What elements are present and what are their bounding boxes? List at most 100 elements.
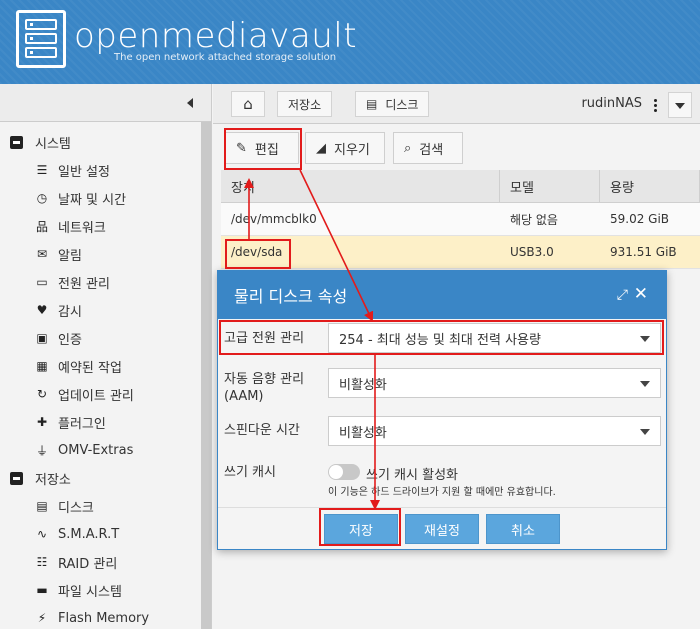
breadcrumb-storage[interactable]: 저장소	[277, 91, 333, 117]
network-icon: 品	[35, 219, 48, 234]
sidebar-item-label: 알림	[58, 248, 82, 264]
chevron-down-icon[interactable]	[668, 92, 692, 118]
mail-icon: ✉	[36, 247, 48, 261]
home-button[interactable]: ⌂	[231, 91, 265, 117]
bolt-icon: ⚡	[37, 611, 47, 625]
sidebar-item-label: 플러그인	[58, 416, 106, 432]
nav-group-storage[interactable]: 저장소	[0, 464, 202, 492]
cell-capacity: 59.02 GiB	[610, 212, 670, 226]
sidebar-item-label: OMV-Extras	[58, 442, 134, 458]
database-icon: ☷	[36, 555, 48, 569]
cell-model: USB3.0	[510, 245, 554, 259]
annotation-save-highlight	[319, 508, 401, 546]
wipe-button-label: 지우기	[334, 142, 370, 158]
sidebar-item-power[interactable]: ▭ 전원 관리	[0, 268, 202, 296]
breadcrumb-label: 디스크	[385, 97, 419, 112]
app-header: openmediavault The open network attached…	[0, 0, 700, 84]
search-button-label: 검색	[419, 142, 444, 158]
aam-label-line2: (AAM)	[224, 389, 264, 404]
sidebar-item-label: 날짜 및 시간	[58, 192, 127, 208]
sidebar-item-disks[interactable]: ▤ 디스크	[0, 492, 202, 520]
annotation-edit-highlight	[224, 128, 302, 170]
column-model[interactable]: 모델	[500, 170, 600, 202]
sidebar-item-network[interactable]: 品 네트워크	[0, 212, 202, 240]
sidebar-item-date-time[interactable]: ◷ 날짜 및 시간	[0, 184, 202, 212]
collapse-minus-icon[interactable]	[10, 471, 23, 485]
battery-icon: ▭	[36, 275, 48, 289]
clock-icon: ◷	[36, 191, 48, 205]
annotation-row-highlight	[225, 239, 291, 269]
sidebar-item-label: 인증	[58, 332, 82, 348]
disk-grid: 장치 모델 용량 /dev/mmcblk0 해당 없음 59.02 GiB /d…	[221, 170, 700, 269]
sidebar-item-raid[interactable]: ☷ RAID 관리	[0, 548, 202, 576]
hostname-label: rudinNAS	[581, 96, 642, 111]
sidebar-item-notifications[interactable]: ✉ 알림	[0, 240, 202, 268]
column-device[interactable]: 장치	[221, 170, 500, 202]
calendar-icon: ▦	[36, 359, 48, 373]
table-row-selected[interactable]: /dev/sda USB3.0 931.51 GiB	[221, 236, 700, 269]
dialog-title-bar: 물리 디스크 속성 ⤢ ✕	[218, 271, 666, 319]
nav-group-label: 시스템	[35, 136, 71, 152]
spindown-label: 스핀다운 시간	[224, 423, 300, 438]
home-icon: ⌂	[243, 95, 253, 113]
more-menu-icon[interactable]	[644, 92, 666, 118]
plug-icon: ⏚	[35, 443, 48, 458]
close-icon[interactable]: ✕	[634, 284, 648, 304]
refresh-icon: ↻	[36, 387, 48, 401]
write-cache-hint: 이 기능은 하드 드라이브가 지원 할 때에만 유효합니다.	[328, 487, 556, 498]
grid-header: 장치 모델 용량	[221, 170, 700, 203]
logo-icon	[16, 10, 66, 68]
breadcrumb-label: 저장소	[288, 97, 322, 112]
collapse-left-icon[interactable]	[187, 98, 193, 108]
spindown-value: 비활성화	[339, 425, 387, 441]
aam-label: 자동 음향 관리 (AAM)	[224, 371, 304, 405]
sidebar-item-update-management[interactable]: ↻ 업데이트 관리	[0, 380, 202, 408]
sidebar-item-plugins[interactable]: ✚ 플러그인	[0, 408, 202, 436]
aam-select[interactable]: 비활성화	[328, 368, 661, 398]
wipe-button[interactable]: ◢ 지우기	[305, 132, 385, 164]
sidebar-item-scheduled-jobs[interactable]: ▦ 예약된 작업	[0, 352, 202, 380]
sidebar-item-label: RAID 관리	[58, 556, 118, 572]
eraser-icon: ◢	[316, 140, 326, 156]
sidebar-item-label: 디스크	[58, 500, 94, 516]
annotation-apm-highlight	[219, 320, 664, 355]
spindown-select[interactable]: 비활성화	[328, 416, 661, 446]
sidebar-item-certificates[interactable]: ▣ 인증	[0, 324, 202, 352]
sidebar-scrollbar[interactable]	[201, 122, 211, 629]
sidebar-item-label: S.M.A.R.T	[58, 526, 120, 542]
sidebar-item-label: 예약된 작업	[58, 360, 122, 376]
brand-tagline: The open network attached storage soluti…	[114, 52, 337, 63]
sidebar-item-general-settings[interactable]: ☰ 일반 설정	[0, 156, 202, 184]
expand-icon[interactable]: ⤢	[617, 287, 628, 303]
sidebar-item-label: 업데이트 관리	[58, 388, 134, 404]
sidebar-item-flash-memory[interactable]: ⚡ Flash Memory	[0, 604, 202, 629]
aam-value: 비활성화	[339, 377, 387, 393]
folder-icon: ▬	[36, 583, 48, 597]
nav-group-system[interactable]: 시스템	[0, 128, 202, 156]
disk-icon: ▤	[36, 499, 48, 513]
cell-model: 해당 없음	[510, 212, 558, 227]
disk-icon: ▤	[366, 97, 378, 111]
sidebar-nav: 시스템 ☰ 일반 설정 ◷ 날짜 및 시간 品 네트워크 ✉ 알림 ▭ 전원 관리 ♥ 감시…	[0, 128, 202, 629]
collapse-minus-icon[interactable]	[10, 135, 23, 149]
disk-properties-dialog: 물리 디스크 속성 ⤢ ✕ 고급 전원 관리 254 - 최대 성능 및 최대 …	[217, 270, 667, 550]
cancel-button[interactable]: 취소	[486, 514, 560, 544]
table-row[interactable]: /dev/mmcblk0 해당 없음 59.02 GiB	[221, 203, 700, 236]
sidebar-header	[0, 84, 211, 122]
heartbeat-icon: ♥	[36, 303, 48, 317]
breadcrumb-disks[interactable]: ▤ 디스크	[355, 91, 430, 117]
sidebar-item-label: 파일 시스템	[58, 584, 122, 600]
cell-capacity: 931.51 GiB	[610, 245, 677, 259]
certificate-icon: ▣	[36, 331, 48, 345]
reset-button[interactable]: 재설정	[405, 514, 479, 544]
search-icon: ⌕	[404, 140, 412, 156]
sidebar-item-filesystems[interactable]: ▬ 파일 시스템	[0, 576, 202, 604]
sidebar-item-omv-extras[interactable]: ⏚ OMV-Extras	[0, 436, 202, 464]
pulse-icon: ∿	[36, 527, 48, 541]
sidebar-item-smart[interactable]: ∿ S.M.A.R.T	[0, 520, 202, 548]
search-button[interactable]: ⌕ 검색	[393, 132, 463, 164]
sidebar-item-monitoring[interactable]: ♥ 감시	[0, 296, 202, 324]
aam-label-line1: 자동 음향 관리	[224, 372, 305, 387]
write-cache-toggle[interactable]	[328, 464, 360, 480]
column-capacity[interactable]: 용량	[600, 170, 700, 202]
